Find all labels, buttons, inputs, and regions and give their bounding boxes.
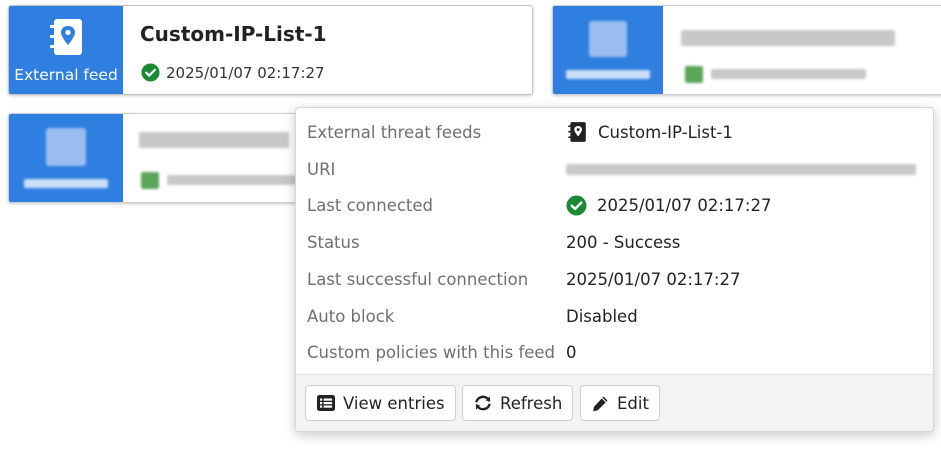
pencil-icon: [591, 394, 610, 413]
feed-card-obscured[interactable]: [8, 113, 340, 203]
feed-card-obscured[interactable]: [552, 5, 941, 95]
detail-label: URI: [307, 159, 336, 179]
obscured-caption: [566, 70, 650, 79]
card-title: Custom-IP-List-1: [140, 22, 327, 46]
obscured-status-text: [711, 69, 866, 79]
obscured-status-text: [167, 175, 297, 185]
edit-label: Edit: [617, 393, 649, 413]
feed-details-popover: External threat feeds Custom-IP-List-1 U…: [295, 107, 934, 432]
refresh-label: Refresh: [500, 393, 563, 413]
refresh-button[interactable]: Refresh: [462, 385, 574, 421]
detail-value-custom-policies: 0: [566, 342, 577, 362]
detail-label: Custom policies with this feed: [307, 342, 556, 362]
check-circle-icon: [141, 63, 160, 82]
popover-actions: View entries Refresh Edit: [296, 374, 933, 431]
card-last-connected-time: 2025/01/07 02:17:27: [166, 63, 325, 82]
detail-row-last-connected: Last connected 2025/01/07 02:17:27: [296, 190, 933, 220]
edit-button[interactable]: Edit: [580, 385, 660, 421]
obscured-title: [681, 30, 895, 46]
detail-label: Auto block: [307, 306, 395, 326]
card-side-panel: [553, 6, 663, 94]
detail-row-last-successful-connection: Last successful connection 2025/01/07 02…: [296, 264, 933, 294]
view-entries-button[interactable]: View entries: [305, 385, 456, 421]
detail-value-status: 200 - Success: [566, 232, 681, 252]
feed-card-custom-ip-list-1[interactable]: External feed Custom-IP-List-1 2025/01/0…: [8, 5, 533, 95]
view-entries-label: View entries: [343, 393, 445, 413]
card-last-connected: 2025/01/07 02:17:27: [141, 63, 325, 82]
detail-row-external-threat-feeds: External threat feeds Custom-IP-List-1: [296, 117, 933, 147]
card-side-panel: [9, 114, 123, 202]
obscured-uri-value: [566, 163, 916, 175]
detail-label: Last connected: [307, 195, 434, 215]
detail-value-last-successful: 2025/01/07 02:17:27: [566, 269, 741, 289]
detail-row-auto-block: Auto block Disabled: [296, 301, 933, 331]
check-circle-icon: [566, 195, 587, 216]
notebook-location-icon: [46, 17, 86, 61]
detail-value-last-connected: 2025/01/07 02:17:27: [597, 195, 772, 215]
obscured-status-icon: [141, 172, 159, 189]
detail-row-status: Status 200 - Success: [296, 227, 933, 257]
detail-row-custom-policies: Custom policies with this feed 0: [296, 337, 933, 367]
refresh-icon: [473, 393, 493, 413]
obscured-title: [139, 132, 289, 148]
notebook-location-icon: [566, 121, 588, 143]
detail-label: External threat feeds: [307, 122, 482, 142]
obscured-status-icon: [685, 66, 703, 83]
list-icon: [316, 394, 336, 412]
obscured-caption: [24, 179, 108, 188]
detail-row-uri: URI: [296, 154, 933, 184]
card-side-panel: External feed: [9, 6, 123, 94]
obscured-icon: [589, 21, 627, 57]
detail-value-feed-name: Custom-IP-List-1: [598, 122, 733, 142]
detail-label: Last successful connection: [307, 269, 529, 289]
detail-label: Status: [307, 232, 360, 252]
obscured-icon: [46, 128, 86, 166]
card-type-caption: External feed: [14, 65, 118, 84]
detail-value-auto-block: Disabled: [566, 306, 638, 326]
